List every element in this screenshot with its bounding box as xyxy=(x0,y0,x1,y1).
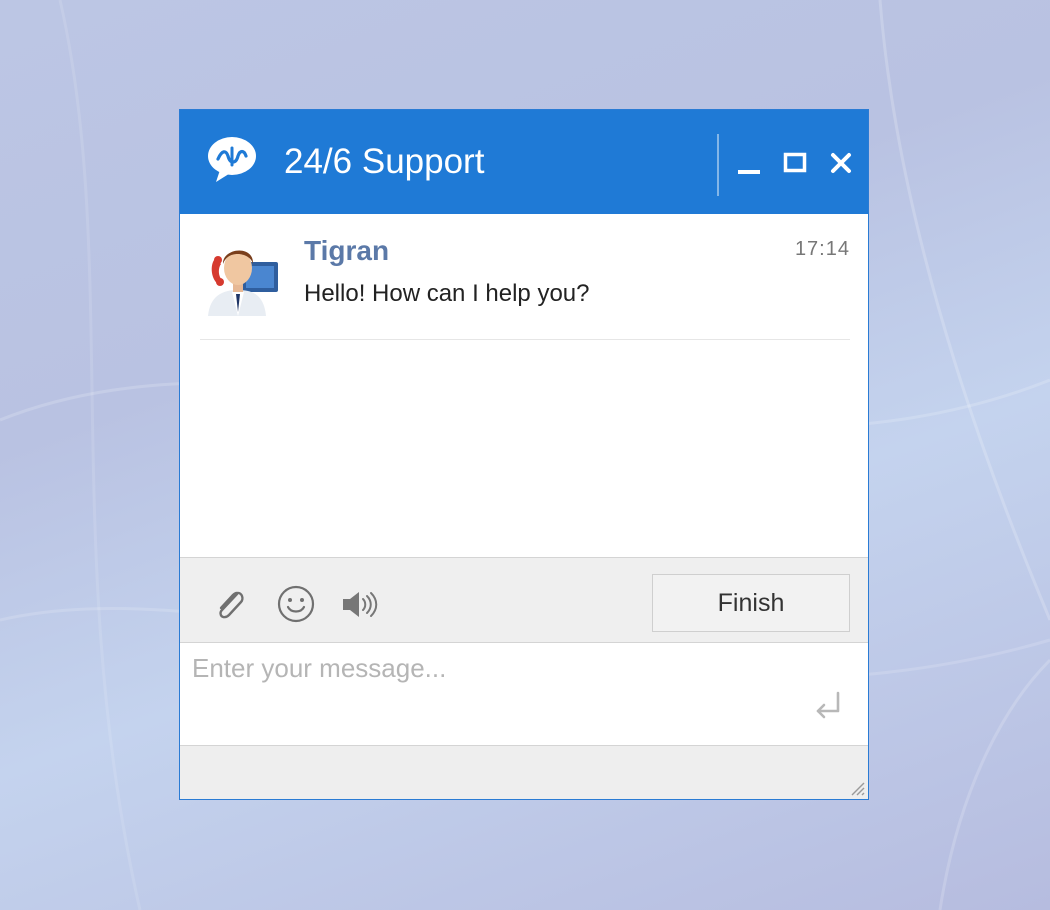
enter-return-icon xyxy=(816,691,840,719)
message-timestamp: 17:14 xyxy=(794,238,850,260)
chat-toolbar: Finish xyxy=(180,557,868,643)
composer xyxy=(180,643,868,745)
close-button[interactable] xyxy=(826,148,856,178)
minimize-icon xyxy=(738,170,760,174)
maximize-button[interactable] xyxy=(780,148,810,178)
message-text: Hello! How can I help you? xyxy=(304,280,590,307)
chat-bubble-logo-icon xyxy=(208,137,256,182)
support-chat-window: 24/6 Support Tigran 17:14 Hello! How can… xyxy=(179,109,869,800)
message-list[interactable]: Tigran 17:14 Hello! How can I help you? xyxy=(180,214,868,557)
window-title: 24/6 Support xyxy=(284,142,485,181)
sound-toggle-button[interactable] xyxy=(340,584,380,624)
emoji-button[interactable] xyxy=(276,584,316,624)
paperclip-icon xyxy=(219,591,244,619)
message-item: Tigran 17:14 Hello! How can I help you? xyxy=(200,214,850,340)
title-divider xyxy=(717,134,719,196)
smiley-icon xyxy=(277,585,315,623)
minimize-button[interactable] xyxy=(734,148,764,178)
message-input[interactable] xyxy=(180,643,800,743)
maximize-icon xyxy=(783,152,807,173)
support-agent-avatar xyxy=(208,250,278,316)
message-sender: Tigran xyxy=(304,235,390,266)
attach-file-button[interactable] xyxy=(210,584,250,624)
title-bar[interactable]: 24/6 Support xyxy=(180,110,868,214)
finish-button[interactable]: Finish xyxy=(652,574,850,632)
close-icon xyxy=(831,153,851,173)
speaker-icon xyxy=(343,592,378,617)
status-bar xyxy=(180,745,868,799)
resize-grip-icon[interactable] xyxy=(848,779,866,797)
send-button[interactable] xyxy=(810,687,846,723)
